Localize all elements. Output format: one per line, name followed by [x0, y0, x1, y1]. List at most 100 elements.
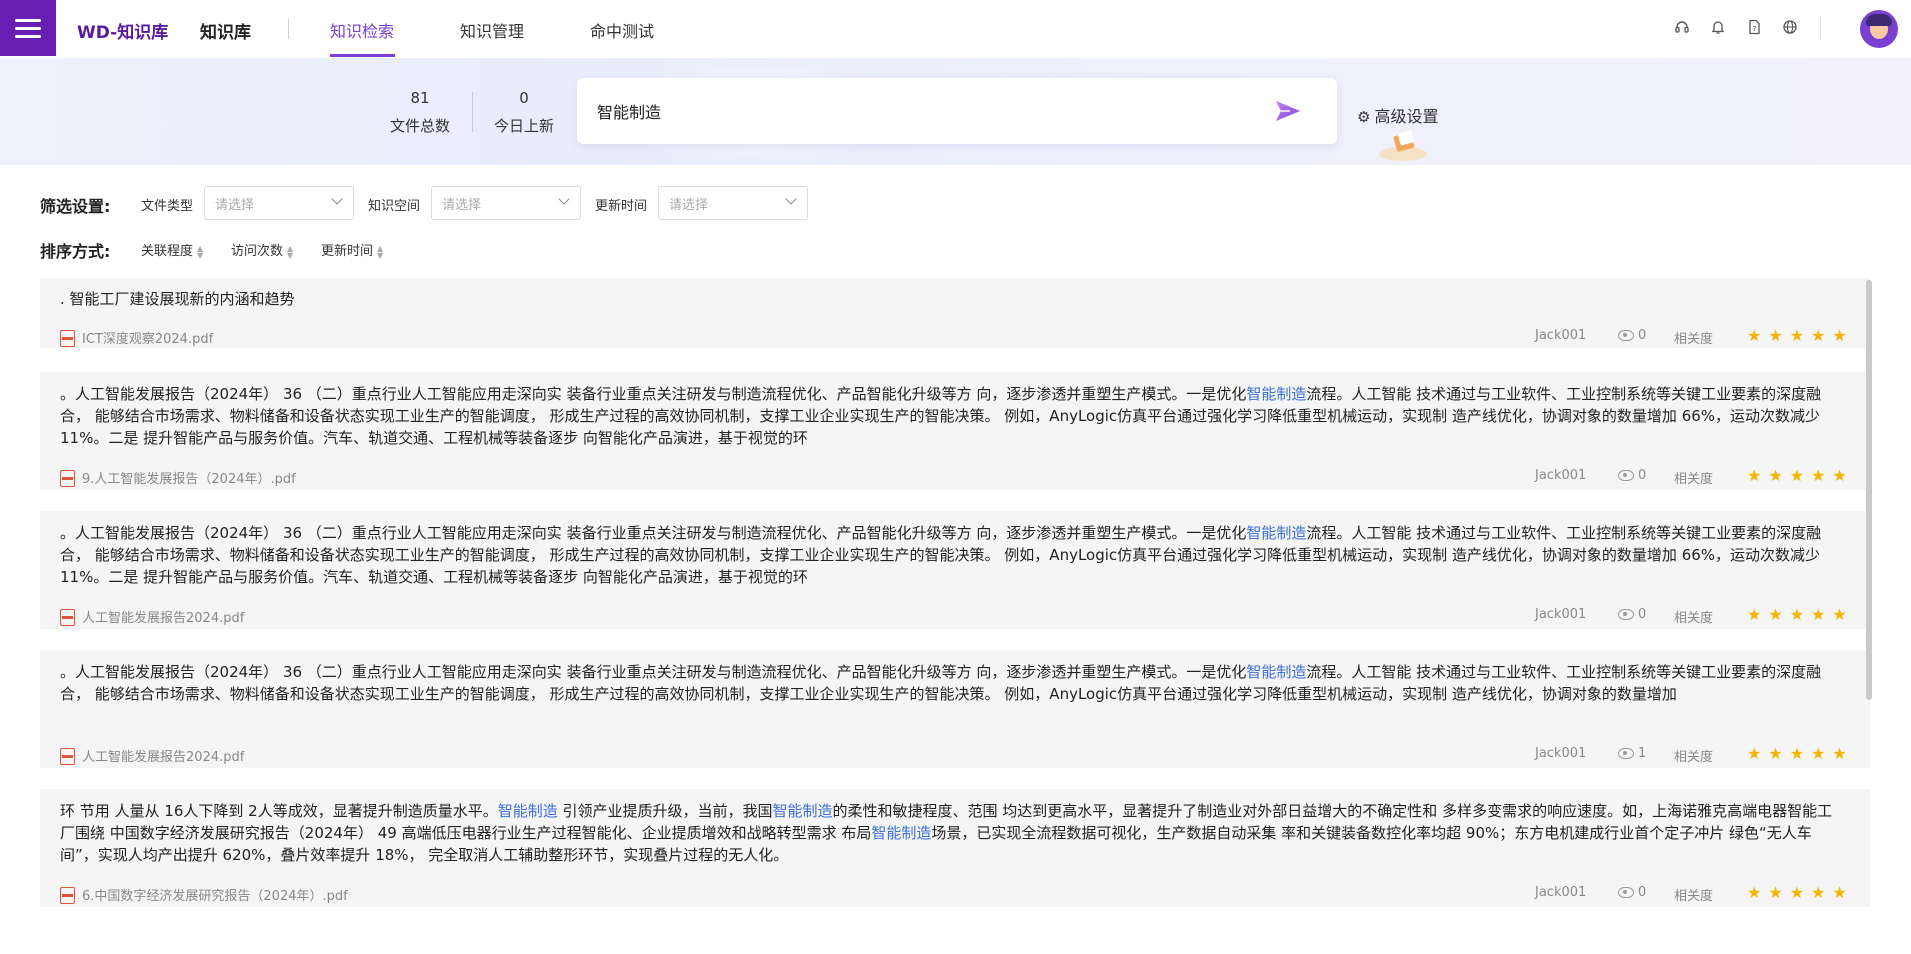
update-time-select[interactable]: 请选择 [658, 186, 808, 220]
pdf-file-icon [60, 470, 75, 487]
snippet-text: 。人工智能发展报告（2024年） 36 （二）重点行业人工智能应用走深向实 装备… [60, 663, 1247, 681]
pdf-file-icon [60, 887, 75, 904]
headset-icon[interactable] [1673, 19, 1691, 37]
keyword-highlight: 智能制造 [1246, 524, 1307, 542]
file-name-link[interactable]: ICT深度观察2024.pdf [82, 328, 213, 347]
author-name: Jack001 [1535, 885, 1587, 900]
keyword-highlight: 智能制造 [871, 824, 932, 842]
tab-knowledge-management[interactable]: 知识管理 [460, 18, 524, 42]
keyword-highlight: 智能制造 [1246, 663, 1307, 681]
hamburger-menu-button[interactable] [0, 0, 56, 56]
select-placeholder: 请选择 [442, 198, 482, 213]
tab-hit-test[interactable]: 命中测试 [590, 18, 654, 42]
divider [288, 19, 289, 39]
pdf-file-icon [60, 330, 75, 347]
sort-label: 关联程度 [141, 244, 194, 259]
file-type-select[interactable]: 请选择 [204, 186, 354, 220]
menu-line [15, 26, 41, 30]
divider [472, 92, 473, 132]
relevance-stars: ★★★★★ [1747, 883, 1854, 902]
sort-title: 排序方式: [40, 242, 111, 261]
knowledge-space-label: 知识空间 [368, 199, 421, 214]
result-meta: ICT深度观察2024.pdf Jack001 0 相关度 ★★★★★ [60, 326, 1847, 348]
relevance-stars: ★★★★★ [1747, 605, 1854, 624]
view-count: 1 [1638, 746, 1647, 761]
relevance-label: 相关度 [1674, 332, 1714, 347]
result-snippet: 。人工智能发展报告（2024年） 36 （二）重点行业人工智能应用走深向实 装备… [60, 383, 1840, 449]
result-snippet: . 智能工厂建设展现新的内涵和趋势 [60, 288, 1840, 310]
result-card[interactable]: 。人工智能发展报告（2024年） 36 （二）重点行业人工智能应用走深向实 装备… [40, 372, 1870, 490]
result-card[interactable]: 环 节用 人量从 16人下降到 2人等成效，显著提升制造质量水平。智能制造 引领… [40, 789, 1870, 907]
snippet-text: 。人工智能发展报告（2024年） 36 （二）重点行业人工智能应用走深向实 装备… [60, 524, 1247, 542]
view-count: 0 [1638, 885, 1647, 900]
filter-title: 筛选设置: [40, 197, 111, 216]
results-scrollbar[interactable] [1866, 280, 1872, 700]
result-meta: 人工智能发展报告2024.pdf Jack001 1 相关度 ★★★★★ [60, 744, 1847, 766]
bell-icon[interactable] [1709, 19, 1727, 37]
relevance-stars: ★★★★★ [1747, 744, 1854, 763]
divider [1820, 16, 1821, 40]
view-count: 0 [1638, 468, 1647, 483]
chevron-down-icon [785, 193, 797, 205]
eye-icon [1618, 609, 1634, 620]
author-name: Jack001 [1535, 328, 1587, 343]
result-card[interactable]: 。人工智能发展报告（2024年） 36 （二）重点行业人工智能应用走深向实 装备… [40, 650, 1870, 768]
file-name-link[interactable]: 6.中国数字经济发展研究报告（2024年）.pdf [82, 885, 348, 904]
chevron-down-icon [331, 193, 343, 205]
file-name-link[interactable]: 人工智能发展报告2024.pdf [82, 746, 244, 765]
send-search-icon[interactable] [1274, 98, 1302, 124]
result-card[interactable]: . 智能工厂建设展现新的内涵和趋势 ICT深度观察2024.pdf Jack001 0… [40, 278, 1870, 348]
sort-arrows-icon: ▲ ▼ [197, 243, 204, 260]
view-count: 0 [1638, 607, 1647, 622]
sort-label: 访问次数 [231, 244, 284, 259]
relevance-label: 相关度 [1674, 472, 1714, 487]
avatar-hair [1866, 14, 1892, 26]
chevron-down-icon [558, 193, 570, 205]
total-files-count: 81 [410, 89, 430, 107]
total-files-label: 文件总数 [389, 117, 450, 135]
relevance-stars: ★★★★★ [1747, 326, 1854, 345]
result-snippet: 。人工智能发展报告（2024年） 36 （二）重点行业人工智能应用走深向实 装备… [60, 522, 1840, 588]
menu-line [15, 18, 41, 22]
eye-icon [1618, 330, 1634, 341]
file-name-link[interactable]: 9.人工智能发展报告（2024年）.pdf [82, 468, 296, 487]
sort-label: 更新时间 [321, 244, 374, 259]
sort-by-visits[interactable]: 访问次数 ▲ ▼ [231, 240, 293, 259]
sort-by-update-time[interactable]: 更新时间 ▲ ▼ [321, 240, 383, 259]
gear-icon: ⚙ [1357, 108, 1371, 126]
select-placeholder: 请选择 [215, 198, 255, 213]
result-snippet: 。人工智能发展报告（2024年） 36 （二）重点行业人工智能应用走深向实 装备… [60, 661, 1840, 705]
snippet-text: 环 节用 人量从 16人下降到 2人等成效，显著提升制造质量水平。 [60, 802, 498, 820]
brand-logo[interactable]: WD-知识库 [77, 18, 168, 43]
sort-by-relevance[interactable]: 关联程度 ▲ ▼ [141, 240, 203, 259]
sort-arrows-icon: ▲ ▼ [377, 243, 384, 260]
keyword-highlight: 智能制造 [772, 802, 833, 820]
author-name: Jack001 [1535, 468, 1587, 483]
globe-icon[interactable] [1781, 19, 1799, 37]
update-time-label: 更新时间 [595, 199, 648, 214]
eye-icon [1618, 887, 1634, 898]
result-card[interactable]: 。人工智能发展报告（2024年） 36 （二）重点行业人工智能应用走深向实 装备… [40, 511, 1870, 629]
author-name: Jack001 [1535, 607, 1587, 622]
knowledge-space-select[interactable]: 请选择 [431, 186, 581, 220]
author-name: Jack001 [1535, 746, 1587, 761]
today-new-count: 0 [519, 89, 529, 107]
snippet-text: 。人工智能发展报告（2024年） 36 （二）重点行业人工智能应用走深向实 装备… [60, 385, 1247, 403]
today-new-label: 今日上新 [493, 117, 554, 135]
decorative-illustration [1375, 128, 1435, 162]
knowledge-base-link[interactable]: 知识库 [200, 18, 251, 43]
relevance-label: 相关度 [1674, 889, 1714, 904]
eye-icon [1618, 748, 1634, 759]
search-input[interactable] [595, 100, 1249, 121]
file-name-link[interactable]: 人工智能发展报告2024.pdf [82, 607, 244, 626]
advanced-settings-button[interactable]: ⚙ 高级设置 [1357, 103, 1438, 127]
advanced-settings-label: 高级设置 [1374, 107, 1439, 126]
tab-knowledge-search[interactable]: 知识检索 [330, 18, 394, 42]
snippet-text: 引领产业提质升级，当前，我国 [557, 802, 773, 820]
user-avatar[interactable] [1860, 10, 1898, 48]
pdf-file-icon [60, 748, 75, 765]
top-bar: WD-知识库 知识库 知识检索 知识管理 命中测试 ? [0, 0, 1911, 59]
help-document-icon[interactable]: ? [1745, 19, 1763, 37]
file-type-label: 文件类型 [141, 199, 194, 214]
search-box [577, 78, 1337, 144]
